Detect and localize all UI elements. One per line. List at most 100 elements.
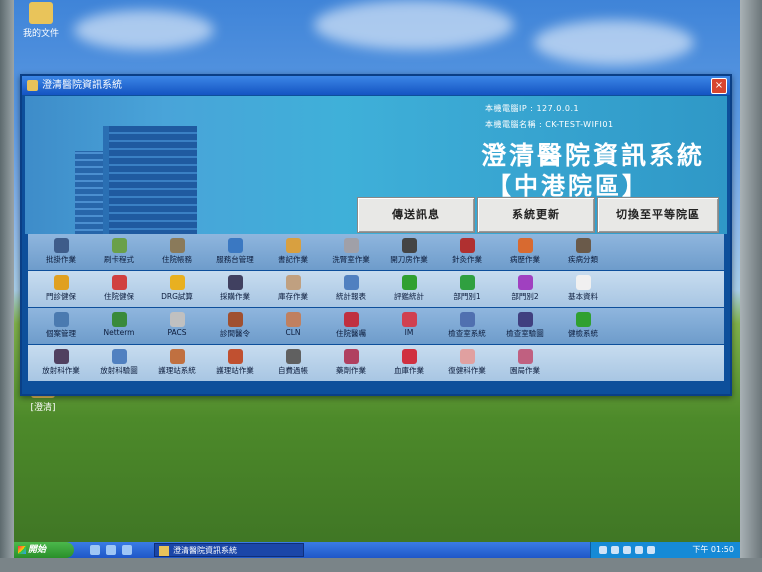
module-icon [517, 312, 533, 327]
volume-icon[interactable] [647, 546, 655, 554]
tray-icon[interactable] [635, 546, 643, 554]
clock: 下午 01:50 [692, 545, 734, 554]
toolbar-button[interactable]: 門診健保 [32, 272, 90, 306]
toolbar-button[interactable]: 書記作業 [264, 235, 322, 269]
toolbar-button[interactable]: 基本資料 [554, 272, 612, 306]
toolbar-button[interactable]: 藥劑作業 [322, 346, 380, 380]
module-icon [285, 312, 301, 327]
monitor-bezel-bottom [0, 558, 762, 572]
close-button[interactable]: × [711, 78, 727, 94]
toolbar-button[interactable]: 庫存作業 [264, 272, 322, 306]
desktop-icon-my-documents[interactable]: 我的文件 [14, 2, 68, 39]
toolbar-button[interactable]: 服務台管理 [206, 235, 264, 269]
toolbar-button-label: 門診健保 [46, 292, 76, 301]
toolbar-button-label: 檢查室系統 [448, 329, 486, 338]
toolbar-button-label: 基本資料 [568, 292, 598, 301]
toolbar-button[interactable]: 洗腎室作業 [322, 235, 380, 269]
toolbar-button-label: PACS [167, 328, 187, 337]
toolbar-button-label: 健檢系統 [568, 329, 598, 338]
toolbar-button[interactable]: 疾病分類 [554, 235, 612, 269]
module-icon [285, 275, 301, 290]
toolbar-button-label: 住院帳務 [162, 255, 192, 264]
module-icon [343, 275, 359, 290]
taskbar-item-app[interactable]: 澄清醫院資訊系統 [154, 543, 304, 557]
windows-logo-icon [18, 546, 26, 554]
start-button[interactable]: 開始 [14, 542, 74, 558]
toolbar-button[interactable]: 復健科作業 [438, 346, 496, 380]
toolbar-button[interactable]: 評鑑統計 [380, 272, 438, 306]
toolbar-button[interactable]: 護理站作業 [206, 346, 264, 380]
toolbar-button-label: 病歷作業 [510, 255, 540, 264]
tray-icon[interactable] [611, 546, 619, 554]
toolbar-button[interactable]: 檢查室系統 [438, 309, 496, 343]
toolbar-button[interactable]: 批掛作業 [32, 235, 90, 269]
toolbar-button[interactable]: 採購作業 [206, 272, 264, 306]
toolbar-button[interactable]: 住院醫囑 [322, 309, 380, 343]
toolbar-button[interactable]: 針灸作業 [438, 235, 496, 269]
toolbar-button-label: 復健科作業 [448, 366, 486, 375]
media-player-icon[interactable] [122, 545, 132, 555]
system-tray: 下午 01:50 [590, 542, 740, 558]
module-icon [227, 349, 243, 364]
module-icon [517, 349, 533, 364]
start-label: 開始 [28, 545, 47, 555]
building-image [103, 126, 197, 234]
toolbar-button[interactable]: 住院帳務 [148, 235, 206, 269]
toolbar-button[interactable]: 自費過帳 [264, 346, 322, 380]
toolbar-button-label: 採購作業 [220, 292, 250, 301]
toolbar-button[interactable]: 放射科驗圖 [90, 346, 148, 380]
module-icon [459, 238, 475, 253]
toolbar-button[interactable]: 部門別2 [496, 272, 554, 306]
toolbar-button-label: 部門別2 [511, 292, 539, 301]
tray-icon[interactable] [623, 546, 631, 554]
outlook-icon[interactable] [106, 545, 116, 555]
toolbar-button[interactable]: 放射科作業 [32, 346, 90, 380]
toolbar-button[interactable]: 健檢系統 [554, 309, 612, 343]
toolbar-button-label: 洗腎室作業 [332, 255, 370, 264]
toolbar-button[interactable]: DRG試算 [148, 272, 206, 306]
module-icon [169, 349, 185, 364]
toolbar-button[interactable]: 統計報表 [322, 272, 380, 306]
toolbar-button[interactable]: 病歷作業 [496, 235, 554, 269]
toolbar-button-label: 針灸作業 [452, 255, 482, 264]
toolbar-button-label: 放射科驗圖 [100, 366, 138, 375]
toolbar-button[interactable]: IM [380, 309, 438, 343]
system-update-button[interactable]: 系統更新 [477, 197, 595, 233]
title-bar[interactable]: 澄清醫院資訊系統 × [22, 76, 730, 95]
toolbar-button[interactable]: 開刀房作業 [380, 235, 438, 269]
module-icon [575, 275, 591, 290]
module-icon [53, 349, 69, 364]
toolbar-button-label: 部門別1 [453, 292, 481, 301]
toolbar-button-label: 診間醫令 [220, 329, 250, 338]
send-message-button[interactable]: 傳送訊息 [357, 197, 475, 233]
desktop-icon-label: 我的文件 [22, 29, 59, 39]
tray-icon[interactable] [599, 546, 607, 554]
module-icon [285, 238, 301, 253]
ie-icon[interactable] [90, 545, 100, 555]
toolbar-button-label: CLN [285, 328, 301, 337]
toolbar-button[interactable]: 個案管理 [32, 309, 90, 343]
module-icon [401, 238, 417, 253]
module-icon [285, 349, 301, 364]
toolbar-button-label: 批掛作業 [46, 255, 76, 264]
toolbar-button[interactable]: CLN [264, 309, 322, 343]
switch-branch-button[interactable]: 切換至平等院區 [597, 197, 719, 233]
toolbar-button[interactable]: 血庫作業 [380, 346, 438, 380]
toolbar-button-label: 住院健保 [104, 292, 134, 301]
toolbar-button-label: 庫存作業 [278, 292, 308, 301]
toolbar-button[interactable]: 檢查室驗圖 [496, 309, 554, 343]
module-icon [111, 349, 127, 364]
monitor-bezel-right [740, 0, 762, 572]
toolbar-button[interactable]: 部門別1 [438, 272, 496, 306]
taskbar-item-label: 澄清醫院資訊系統 [173, 546, 237, 555]
toolbar-button-label: 統計報表 [336, 292, 366, 301]
toolbar-button[interactable]: 護理站系統 [148, 346, 206, 380]
toolbar-button[interactable]: 園局作業 [496, 346, 554, 380]
toolbar-button[interactable]: 住院健保 [90, 272, 148, 306]
toolbar-button[interactable]: 刷卡程式 [90, 235, 148, 269]
toolbar-button[interactable]: PACS [148, 309, 206, 343]
toolbar-button[interactable]: 診間醫令 [206, 309, 264, 343]
toolbar-button-label: 評鑑統計 [394, 292, 424, 301]
module-icon [169, 238, 185, 253]
toolbar-button[interactable]: Netterm [90, 309, 148, 343]
